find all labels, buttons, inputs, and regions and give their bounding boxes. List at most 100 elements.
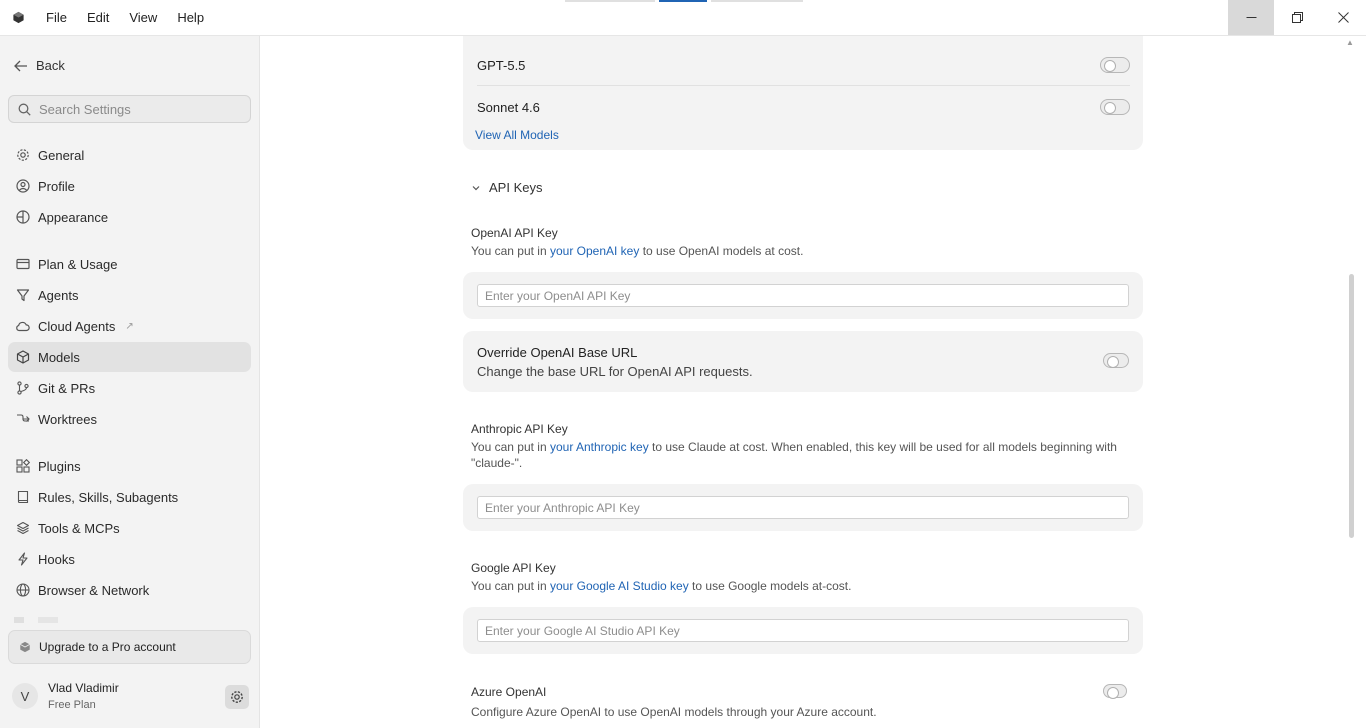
model-row: Sonnet 4.6 [477,87,1130,127]
drag-region-indicator [711,0,803,2]
sidebar-item-label: Worktrees [38,411,97,427]
override-base-url-card: Override OpenAI Base URL Change the base… [463,331,1143,392]
sidebar-overflow-fade [14,613,74,623]
user-settings-button[interactable] [225,685,249,709]
drag-region-indicator [565,0,655,2]
model-toggle[interactable] [1100,99,1130,115]
sidebar-item-browser-network[interactable]: Browser & Network [8,575,251,605]
openai-key-input[interactable] [477,284,1129,307]
azure-title: Azure OpenAI [471,685,547,699]
override-title: Override OpenAI Base URL [477,345,638,360]
user-circle-icon [15,179,30,194]
settings-main: GPT-5.5 Sonnet 4.6 View All Models API K… [261,36,1366,728]
close-icon [1337,12,1349,23]
desc-text: You can put in [471,244,550,258]
avatar: V [12,683,38,709]
anthropic-key-input[interactable] [477,496,1129,519]
divider [477,85,1130,86]
api-keys-section-toggle[interactable]: API Keys [471,180,542,195]
restore-icon [1291,12,1303,23]
sidebar-item-cloud-agents[interactable]: Cloud Agents ↗ [8,311,251,341]
google-key-description: You can put in your Google AI Studio key… [471,578,1131,594]
card-icon [15,257,30,272]
menu-view[interactable]: View [119,0,167,36]
menu-edit[interactable]: Edit [77,0,119,36]
sidebar-item-git-prs[interactable]: Git & PRs [8,373,251,403]
sidebar-item-worktrees[interactable]: Worktrees [8,404,251,434]
layers-icon [15,521,30,536]
menu-file[interactable]: File [36,0,77,36]
sidebar-item-label: Cloud Agents [38,318,116,334]
sidebar-item-plugins[interactable]: Plugins [8,451,251,481]
sidebar-item-rules-skills-subagents[interactable]: Rules, Skills, Subagents [8,482,251,512]
override-toggle[interactable] [1103,353,1129,368]
model-row: GPT-5.5 [477,45,1130,85]
desc-text: to use Google models at-cost. [688,579,852,593]
sidebar-item-agents[interactable]: Agents [8,280,251,310]
sidebar-item-general[interactable]: General [8,140,251,170]
sidebar-item-profile[interactable]: Profile [8,171,251,201]
user-name: Vlad Vladimir [48,681,119,695]
close-button[interactable] [1320,0,1366,35]
back-button[interactable]: Back [14,58,65,73]
sidebar-item-label: Tools & MCPs [38,520,120,536]
anthropic-key-description: You can put in your Anthropic key to use… [471,439,1131,471]
funnel-icon [15,288,30,303]
user-profile[interactable]: V Vlad Vladimir Free Plan [12,681,119,711]
sidebar-item-label: Browser & Network [38,582,150,598]
anthropic-key-title: Anthropic API Key [471,422,568,436]
scrollbar-thumb[interactable] [1349,274,1354,538]
menu-help[interactable]: Help [167,0,214,36]
google-key-input[interactable] [477,619,1129,642]
anthropic-key-link[interactable]: your Anthropic key [550,440,649,454]
search-input[interactable] [39,101,239,117]
settings-sidebar: Back General Profile Appearance Plan & U… [0,36,260,728]
gear-icon [15,148,30,163]
sidebar-item-label: Agents [38,287,79,303]
search-settings [8,95,251,123]
sidebar-item-models[interactable]: Models [8,342,251,372]
desc-text: You can put in [471,440,550,454]
sidebar-item-label: Appearance [38,209,109,225]
sidebar-item-appearance[interactable]: Appearance [8,202,251,232]
chevron-down-icon [472,185,480,190]
cube-icon [15,350,30,365]
model-toggle[interactable] [1100,57,1130,73]
cloud-icon [15,319,30,334]
minimize-button[interactable] [1228,0,1274,35]
cube-icon [20,641,30,653]
palette-icon [15,210,30,225]
git-branch-icon [15,381,30,396]
back-label: Back [36,58,65,73]
scroll-up-arrow[interactable]: ▲ [1346,38,1354,47]
azure-toggle[interactable] [1103,684,1127,699]
sidebar-item-label: Plugins [38,458,81,474]
restore-button[interactable] [1274,0,1320,35]
gear-icon [231,691,243,703]
book-icon [15,490,30,505]
desc-text: You can put in [471,579,550,593]
sidebar-item-plan-usage[interactable]: Plan & Usage [8,249,251,279]
sidebar-item-label: Plan & Usage [38,256,118,272]
app-logo-icon [0,0,36,36]
openai-key-title: OpenAI API Key [471,226,558,240]
openai-key-link[interactable]: your OpenAI key [550,244,639,258]
models-card: GPT-5.5 Sonnet 4.6 View All Models [463,36,1143,150]
title-bar: File Edit View Help [0,0,1366,36]
worktree-icon [15,412,30,427]
window-controls [1228,0,1366,35]
external-link-icon: ↗ [125,320,134,332]
sidebar-item-label: General [38,147,85,163]
user-plan: Free Plan [48,699,96,711]
upgrade-button[interactable]: Upgrade to a Pro account [8,630,251,664]
upgrade-label: Upgrade to a Pro account [39,640,176,654]
sidebar-item-tools-mcps[interactable]: Tools & MCPs [8,513,251,543]
sidebar-item-label: Rules, Skills, Subagents [38,489,179,505]
menu-bar: File Edit View Help [36,0,214,36]
openai-key-description: You can put in your OpenAI key to use Op… [471,243,1131,259]
azure-description: Configure Azure OpenAI to use OpenAI mod… [471,705,877,719]
sidebar-item-hooks[interactable]: Hooks [8,544,251,574]
globe-icon [15,583,30,598]
view-all-models-link[interactable]: View All Models [475,128,559,142]
google-key-link[interactable]: your Google AI Studio key [550,579,689,593]
